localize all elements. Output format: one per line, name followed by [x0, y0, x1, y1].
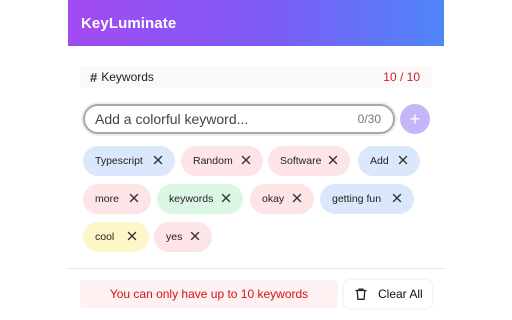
remove-tag-icon[interactable]	[126, 230, 138, 242]
remove-tag-icon[interactable]	[189, 230, 201, 242]
keyword-tag-label: Random	[193, 155, 233, 167]
keyword-tag-label: okay	[262, 193, 285, 205]
clear-all-button[interactable]: Clear All	[344, 280, 432, 308]
keyword-tag-label: Software	[280, 155, 322, 167]
remove-tag-icon[interactable]	[391, 192, 403, 204]
char-count: 0/30	[357, 112, 381, 126]
keyword-count: 10 / 10	[383, 70, 420, 84]
keyword-tag: yes	[154, 222, 212, 252]
app-title: KeyLuminate	[81, 14, 177, 32]
clear-all-label: Clear All	[378, 287, 423, 301]
remove-tag-icon[interactable]	[327, 154, 339, 166]
keyword-tag: okay	[250, 184, 314, 214]
keyword-tag: more	[83, 184, 151, 214]
keyword-tag-label: getting fun	[332, 193, 382, 205]
remove-tag-icon[interactable]	[397, 154, 409, 166]
remove-tag-icon[interactable]	[220, 192, 232, 204]
keyword-tag: cool	[83, 222, 149, 252]
add-keyword-button[interactable]: +	[400, 104, 430, 134]
remove-tag-icon[interactable]	[291, 192, 303, 204]
hash-icon: #	[90, 69, 98, 85]
keyword-tag-label: yes	[166, 231, 183, 243]
trash-icon	[354, 287, 368, 301]
keyword-tag: getting fun	[320, 184, 414, 214]
keyword-tag-label: more	[95, 193, 119, 205]
keyword-tag-label: keywords	[169, 193, 214, 205]
keyword-tag-label: Add	[370, 155, 389, 167]
plus-icon: +	[409, 109, 421, 129]
keyword-tag: Random	[181, 146, 263, 176]
keywords-label-group: # Keywords	[90, 70, 154, 85]
limit-notice: You can only have up to 10 keywords	[80, 280, 338, 308]
divider	[68, 268, 444, 269]
remove-tag-icon[interactable]	[128, 192, 140, 204]
keyword-input[interactable]	[95, 111, 335, 127]
keywords-label: Keywords	[101, 70, 154, 84]
keyword-tag: Software	[268, 146, 350, 176]
keyword-tag: keywords	[157, 184, 243, 214]
keywords-header: # Keywords 10 / 10	[80, 66, 432, 88]
remove-tag-icon[interactable]	[240, 154, 252, 166]
keyword-tag-label: Typescript	[95, 155, 143, 167]
extension-panel: KeyLuminate # Keywords 10 / 10 0/30 + Ty…	[68, 0, 444, 320]
keyword-tag: Typescript	[83, 146, 175, 176]
remove-tag-icon[interactable]	[152, 154, 164, 166]
app-header: KeyLuminate	[68, 0, 444, 46]
keyword-tag: Add	[358, 146, 420, 176]
keyword-tag-label: cool	[95, 231, 115, 243]
keyword-input-wrapper: 0/30	[83, 104, 395, 134]
